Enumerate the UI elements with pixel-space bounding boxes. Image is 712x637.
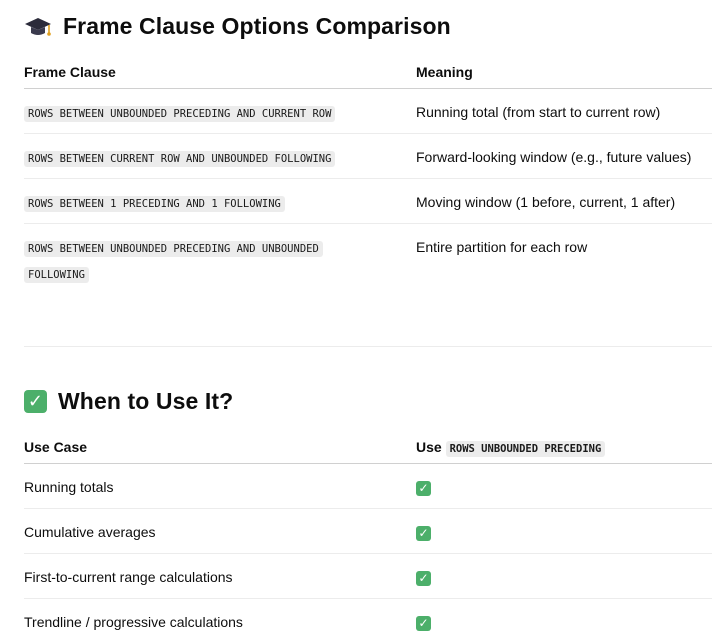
check-cell: ✓ xyxy=(416,598,712,637)
column-header: Frame Clause xyxy=(24,56,416,89)
use-case-cell: Running totals xyxy=(24,463,416,509)
table-header-row: Use Case Use ROWS UNBOUNDED PRECEDING xyxy=(24,431,712,464)
column-header-prefix: Use xyxy=(416,438,442,455)
code-snippet: ROWS BETWEEN CURRENT ROW AND UNBOUNDED F… xyxy=(24,150,336,167)
check-cell: ✓ xyxy=(416,508,712,554)
code-snippet: ROWS BETWEEN 1 PRECEDING AND 1 FOLLOWING xyxy=(24,195,285,212)
table-row: ROWS BETWEEN UNBOUNDED PRECEDING AND UNB… xyxy=(24,223,712,347)
section-heading-frame-clause: Frame Clause Options Comparison xyxy=(24,13,451,40)
graduation-cap-icon xyxy=(24,15,52,39)
check-mark-icon: ✓ xyxy=(416,570,431,586)
use-case-table: Use Case Use ROWS UNBOUNDED PRECEDING Ru… xyxy=(24,431,712,637)
section-heading-when-to-use: ✓ When to Use It? xyxy=(24,388,233,415)
check-mark-icon: ✓ xyxy=(416,525,431,541)
table-row: First-to-current range calculations ✓ xyxy=(24,553,712,599)
column-header: Use Case xyxy=(24,431,416,464)
table-row: ROWS BETWEEN 1 PRECEDING AND 1 FOLLOWING… xyxy=(24,178,712,224)
table-row: Running totals ✓ xyxy=(24,463,712,509)
column-header: Meaning xyxy=(416,56,712,89)
check-cell: ✓ xyxy=(416,463,712,509)
code-snippet: ROWS UNBOUNDED PRECEDING xyxy=(445,440,606,457)
section-title: When to Use It? xyxy=(58,388,234,414)
frame-clause-cell: ROWS BETWEEN UNBOUNDED PRECEDING AND CUR… xyxy=(24,88,416,134)
frame-clause-table: Frame Clause Meaning ROWS BETWEEN UNBOUN… xyxy=(24,56,712,347)
use-case-cell: First-to-current range calculations xyxy=(24,553,416,599)
check-mark-button-icon: ✓ xyxy=(24,390,47,413)
check-mark-icon: ✓ xyxy=(416,615,431,631)
meaning-cell: Moving window (1 before, current, 1 afte… xyxy=(416,178,712,224)
table-row: Cumulative averages ✓ xyxy=(24,508,712,554)
meaning-cell: Entire partition for each row xyxy=(416,223,712,347)
check-mark-icon: ✓ xyxy=(416,480,431,496)
use-case-cell: Cumulative averages xyxy=(24,508,416,554)
meaning-cell: Running total (from start to current row… xyxy=(416,88,712,134)
code-snippet: ROWS BETWEEN UNBOUNDED PRECEDING AND CUR… xyxy=(24,105,336,122)
frame-clause-cell: ROWS BETWEEN CURRENT ROW AND UNBOUNDED F… xyxy=(24,133,416,179)
section-title: Frame Clause Options Comparison xyxy=(63,13,451,39)
check-cell: ✓ xyxy=(416,553,712,599)
frame-clause-cell: ROWS BETWEEN UNBOUNDED PRECEDING AND UNB… xyxy=(24,223,416,347)
use-case-cell: Trendline / progressive calculations xyxy=(24,613,243,630)
frame-clause-cell: ROWS BETWEEN 1 PRECEDING AND 1 FOLLOWING xyxy=(24,178,416,224)
table-row: ROWS BETWEEN UNBOUNDED PRECEDING AND CUR… xyxy=(24,88,712,134)
column-header: Use ROWS UNBOUNDED PRECEDING xyxy=(416,431,712,464)
table-row: ROWS BETWEEN CURRENT ROW AND UNBOUNDED F… xyxy=(24,133,712,179)
table-row: Trendline / progressive calculations ✓ xyxy=(24,598,712,637)
table-header-row: Frame Clause Meaning xyxy=(24,56,712,89)
meaning-cell: Forward-looking window (e.g., future val… xyxy=(416,133,712,179)
code-snippet: ROWS BETWEEN UNBOUNDED PRECEDING AND UNB… xyxy=(24,240,323,283)
